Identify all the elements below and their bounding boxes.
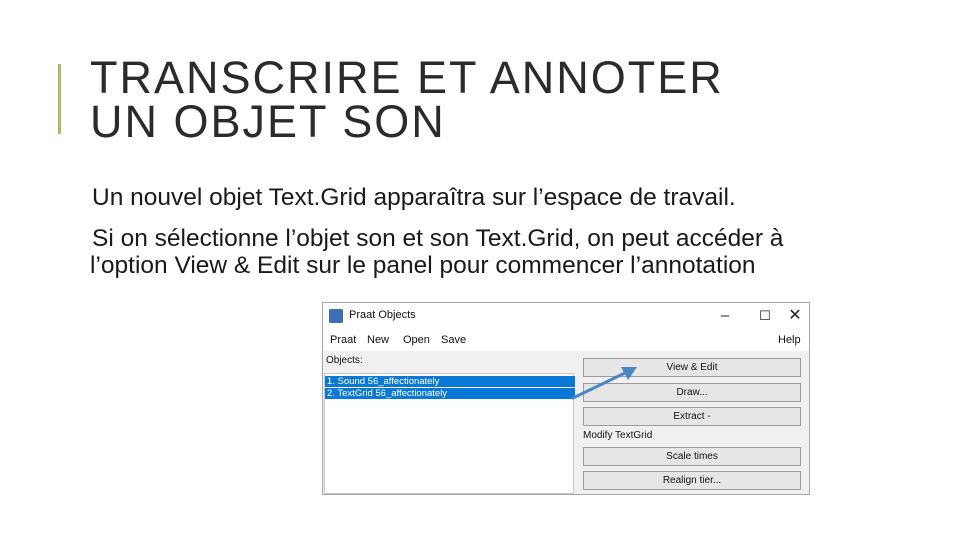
body-paragraph-1: Un nouvel objet Text.Grid apparaîtra sur… xyxy=(92,184,736,211)
slide-body: Un nouvel objet Text.Grid apparaîtra sur… xyxy=(90,184,810,293)
window-title: Praat Objects xyxy=(349,309,416,321)
draw-button[interactable]: Draw... xyxy=(583,383,801,402)
menu-help[interactable]: Help xyxy=(778,334,801,346)
menu-new[interactable]: New xyxy=(367,334,389,346)
slide-title-line-2: UN OBJET SON xyxy=(90,96,446,147)
menu-save[interactable]: Save xyxy=(441,334,466,346)
window-titlebar[interactable]: Praat Objects – ☐ ✕ xyxy=(323,303,809,329)
slide-title: TRANSCRIRE ET ANNOTER UN OBJET SON xyxy=(90,52,724,147)
objects-list[interactable]: 1. Sound 56_affectionately 2. TextGrid 5… xyxy=(324,373,575,494)
praat-app-icon xyxy=(329,309,343,323)
view-edit-button[interactable]: View & Edit xyxy=(583,358,801,377)
close-button[interactable]: ✕ xyxy=(777,305,813,327)
menu-bar: Praat New Open Save Help xyxy=(323,329,809,351)
realign-tier-button[interactable]: Realign tier... xyxy=(583,471,801,490)
extract-button[interactable]: Extract - xyxy=(583,407,801,426)
body-paragraph-2: Si on sélectionne l’objet son et son Tex… xyxy=(90,225,784,279)
scale-times-button[interactable]: Scale times xyxy=(583,447,801,466)
slide-title-line-1: TRANSCRIRE ET ANNOTER xyxy=(90,52,724,103)
menu-praat[interactable]: Praat xyxy=(330,334,356,346)
object-row-sound[interactable]: 1. Sound 56_affectionately xyxy=(325,376,575,387)
minimize-button[interactable]: – xyxy=(707,305,743,327)
praat-objects-window: Praat Objects – ☐ ✕ Praat New Open Save … xyxy=(322,302,810,495)
menu-open[interactable]: Open xyxy=(403,334,430,346)
title-accent-bar xyxy=(58,64,61,134)
object-row-textgrid[interactable]: 2. TextGrid 56_affectionately xyxy=(325,388,575,399)
modify-textgrid-label: Modify TextGrid xyxy=(583,430,653,441)
objects-label: Objects: xyxy=(326,355,363,366)
